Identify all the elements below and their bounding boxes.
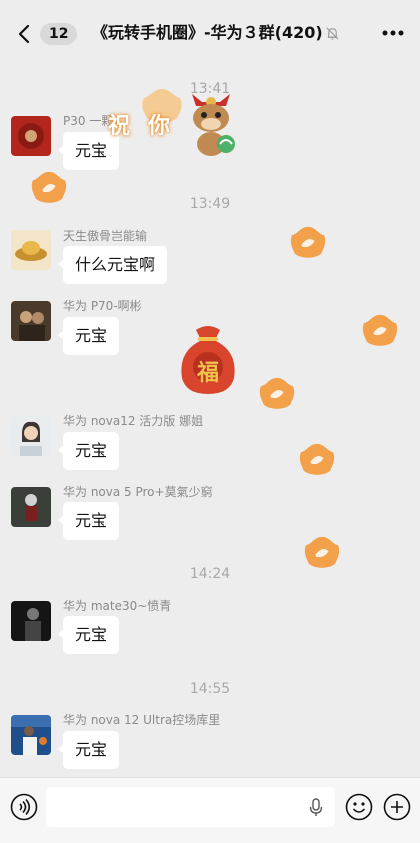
avatar[interactable] xyxy=(11,301,51,341)
sender-name: 华为 mate30~愤青 xyxy=(63,599,172,613)
sender-name: 华为 nova 5 Pro+莫氣少窮 xyxy=(63,485,213,499)
plus-icon[interactable] xyxy=(383,793,411,821)
bell-off-icon xyxy=(326,27,339,40)
more-icon[interactable] xyxy=(382,30,404,36)
avatar[interactable] xyxy=(11,230,51,270)
avatar[interactable] xyxy=(11,416,51,456)
mic-icon[interactable] xyxy=(309,798,323,817)
unread-badge: 12 xyxy=(40,23,78,45)
sender-name: 华为 nova 12 Ultra控场库里 xyxy=(63,713,221,727)
chat-header: 12 《玩转手机圈》-华为３群(420) xyxy=(0,0,420,66)
avatar[interactable] xyxy=(11,487,51,527)
input-toolbar xyxy=(0,777,420,843)
bless-char: 祝 xyxy=(108,114,131,139)
avatar[interactable] xyxy=(11,601,51,641)
timestamp: 14:55 xyxy=(189,681,231,697)
fu-char: 福 xyxy=(197,361,220,386)
chat-area[interactable]: 13:41 P30 一颗… 元宝 13:49 天生傲骨岂能输 什么元宝啊 华为 … xyxy=(0,66,420,778)
message-bubble[interactable]: 元宝 xyxy=(57,432,120,470)
yuanbao-sticker xyxy=(362,314,398,346)
back-button[interactable]: 12 xyxy=(14,22,78,46)
voice-icon[interactable] xyxy=(10,793,38,821)
avatar[interactable] xyxy=(11,715,51,755)
bless-char: 你 xyxy=(148,114,171,139)
message-input[interactable] xyxy=(46,787,335,827)
avatar[interactable] xyxy=(11,116,51,156)
emoji-icon[interactable] xyxy=(345,793,373,821)
ox-mascot-sticker xyxy=(192,94,235,156)
message-bubble[interactable]: 元宝 xyxy=(57,317,120,355)
sender-name: 华为 P70-啊彬 xyxy=(63,299,142,313)
yuanbao-sticker xyxy=(31,171,67,203)
message-bubble[interactable]: 什么元宝啊 xyxy=(57,246,168,284)
sender-name: 天生傲骨岂能输 xyxy=(63,229,148,243)
yuanbao-sticker xyxy=(290,226,326,258)
yuanbao-sticker xyxy=(299,443,335,475)
chevron-left-icon xyxy=(18,24,30,44)
message-bubble[interactable]: 元宝 xyxy=(57,731,120,769)
sender-name: 华为 nova12 活力版 娜姐 xyxy=(63,414,204,428)
yuanbao-sticker xyxy=(259,377,295,409)
message-bubble[interactable]: 元宝 xyxy=(57,502,120,540)
yuanbao-sticker xyxy=(304,536,340,568)
message-bubble[interactable]: 元宝 xyxy=(57,616,120,654)
chat-title: 《玩转手机圈》-华为３群(420) xyxy=(92,23,323,42)
timestamp: 14:24 xyxy=(189,566,231,582)
fu-bag-sticker: 福 xyxy=(176,322,240,396)
